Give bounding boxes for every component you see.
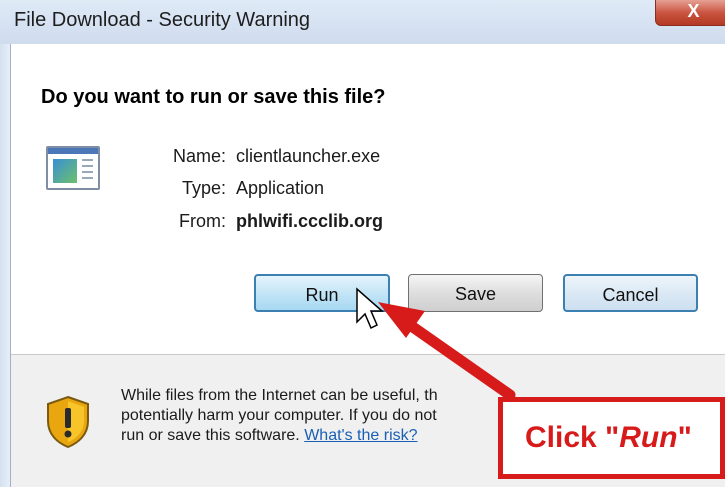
save-button[interactable]: Save <box>408 274 543 312</box>
warning-line-3-text: run or save this software. <box>121 427 300 444</box>
shield-warning-icon <box>47 395 89 449</box>
close-icon: X <box>687 1 700 21</box>
click-run-callout: Click "Run" <box>498 397 725 479</box>
title-bar[interactable]: File Download - Security Warning X <box>0 0 725 44</box>
warning-line-2: potentially harm your computer. If you d… <box>121 407 437 424</box>
cancel-button[interactable]: Cancel <box>563 274 698 312</box>
callout-suffix: " <box>677 421 692 454</box>
warning-line-3: run or save this software. What's the ri… <box>121 426 501 446</box>
type-label: Type: <box>181 178 226 198</box>
name-value: clientlauncher.exe <box>236 146 381 166</box>
window-frame <box>0 44 10 487</box>
name-label: Name: <box>172 146 226 166</box>
callout-prefix: Click " <box>525 421 620 454</box>
file-download-dialog: File Download - Security Warning X Do yo… <box>0 0 725 487</box>
callout-emphasis: Run <box>619 421 678 454</box>
from-value: phlwifi.ccclib.org <box>236 211 384 231</box>
warning-message: While files from the Internet can be use… <box>121 386 501 446</box>
run-button[interactable]: Run <box>254 274 390 312</box>
close-button[interactable]: X <box>655 0 725 26</box>
whats-the-risk-link[interactable]: What's the risk? <box>304 427 417 444</box>
warning-line-1: While files from the Internet can be use… <box>121 387 438 404</box>
type-value: Application <box>236 178 325 198</box>
from-label: From: <box>179 211 226 231</box>
window-title: File Download - Security Warning <box>14 9 311 31</box>
dialog-question: Do you want to run or save this file? <box>41 86 386 108</box>
